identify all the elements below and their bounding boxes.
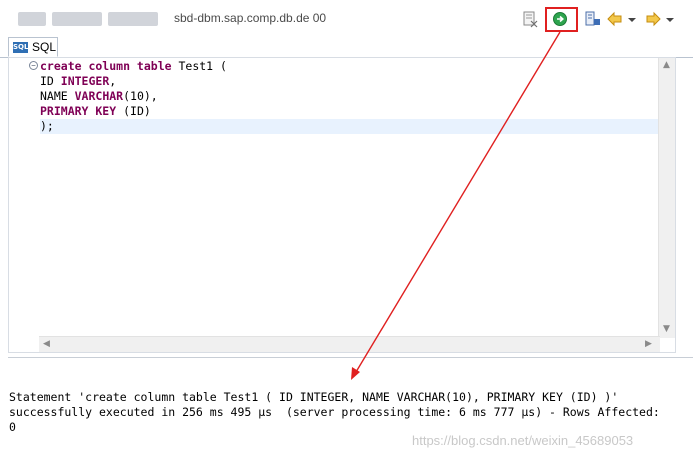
sql-preferences-icon[interactable] xyxy=(521,10,539,28)
code-line[interactable]: create column table Test1 ( xyxy=(40,59,658,74)
scroll-right-icon[interactable]: ▶ xyxy=(645,339,652,349)
code-line[interactable]: ID INTEGER, xyxy=(40,74,658,89)
sql-token: , xyxy=(109,74,117,88)
back-arrow-icon[interactable] xyxy=(606,10,624,28)
scroll-left-icon[interactable]: ◀ xyxy=(43,339,50,349)
tab-label: SQL xyxy=(32,40,57,54)
editor-gutter: − xyxy=(9,58,39,338)
execute-icon[interactable] xyxy=(551,10,569,28)
code-area[interactable]: create column table Test1 (ID INTEGER, NA… xyxy=(40,58,658,338)
vertical-scrollbar[interactable]: ▲ ▼ xyxy=(658,58,675,338)
editor-tab-bar: SQL SQL xyxy=(0,36,693,58)
result-line: 0 xyxy=(9,420,16,434)
sql-keyword: PRIMARY KEY xyxy=(40,104,117,118)
code-line[interactable]: PRIMARY KEY (ID) xyxy=(40,104,658,119)
code-line[interactable]: ); xyxy=(40,119,658,134)
sql-token: (10), xyxy=(123,89,158,103)
redacted-text xyxy=(18,12,46,26)
sql-token: (ID) xyxy=(116,104,151,118)
scroll-down-icon[interactable]: ▼ xyxy=(663,324,670,334)
result-line: Statement 'create column table Test1 ( I… xyxy=(9,390,619,404)
sql-keyword: VARCHAR xyxy=(74,89,124,103)
forward-arrow-icon[interactable] xyxy=(644,10,662,28)
sql-token: NAME xyxy=(40,89,75,103)
tab-sql[interactable]: SQL SQL xyxy=(8,37,58,57)
collapse-icon[interactable]: − xyxy=(29,61,38,70)
horizontal-scrollbar[interactable]: ◀ ▶ xyxy=(39,336,660,352)
dropdown-icon[interactable] xyxy=(664,10,676,28)
result-line: successfully executed in 256 ms 495 µs (… xyxy=(9,405,660,419)
sql-token: ID xyxy=(40,74,61,88)
sql-icon: SQL xyxy=(13,42,29,53)
sql-token: Test1 ( xyxy=(178,59,227,73)
dropdown-icon[interactable] xyxy=(626,10,638,28)
scroll-up-icon[interactable]: ▲ xyxy=(663,60,670,70)
sql-token: ); xyxy=(40,119,54,133)
redacted-text xyxy=(108,12,158,26)
sql-keyword: create column table xyxy=(40,59,179,73)
watermark: https://blog.csdn.net/weixin_45689053 xyxy=(412,433,634,448)
format-icon[interactable] xyxy=(584,10,602,28)
title-bar: sbd-dbm.sap.comp.db.de 00 xyxy=(0,0,693,36)
sql-editor[interactable]: − create column table Test1 (ID INTEGER,… xyxy=(8,57,676,353)
sql-keyword: INTEGER xyxy=(60,74,110,88)
redacted-text xyxy=(52,12,102,26)
connection-title: sbd-dbm.sap.comp.db.de 00 xyxy=(174,11,327,25)
code-line[interactable]: NAME VARCHAR(10), xyxy=(40,89,658,104)
